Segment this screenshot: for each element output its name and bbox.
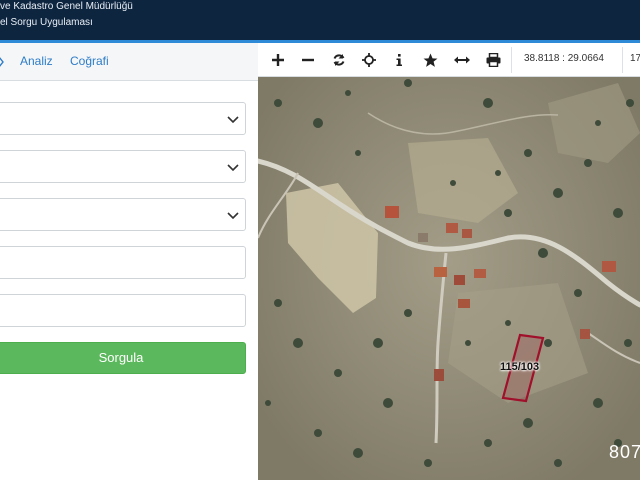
map-view[interactable]: 38.8118 : 29.0664 17 115/103 807 bbox=[258, 43, 640, 480]
select-field-1[interactable] bbox=[0, 102, 246, 135]
measure-icon bbox=[454, 56, 470, 64]
minus-icon bbox=[302, 58, 314, 62]
satellite-imagery bbox=[258, 43, 640, 480]
text-input-1[interactable] bbox=[0, 246, 246, 279]
chevron-down-icon bbox=[227, 116, 239, 124]
info-icon bbox=[396, 54, 402, 66]
chevron-down-icon bbox=[227, 212, 239, 220]
print-icon bbox=[486, 53, 500, 67]
toolbar-divider bbox=[622, 47, 623, 73]
sorgula-button[interactable]: Sorgula bbox=[0, 342, 246, 374]
parcel-label[interactable]: 115/103 bbox=[500, 361, 539, 373]
app-header: ve Kadastro Genel Müdürlüğü el Sorgu Uyg… bbox=[0, 0, 640, 42]
text-input-2[interactable] bbox=[0, 294, 246, 327]
header-title: ve Kadastro Genel Müdürlüğü bbox=[0, 1, 133, 12]
zoom-out-button[interactable] bbox=[297, 50, 319, 70]
favorite-button[interactable] bbox=[419, 50, 441, 70]
crosshair-icon bbox=[362, 53, 376, 67]
select-field-2[interactable] bbox=[0, 150, 246, 183]
chevron-down-icon bbox=[227, 164, 239, 172]
tab-bar-chevron-icon[interactable] bbox=[0, 56, 4, 68]
plus-icon bbox=[272, 54, 284, 66]
locate-button[interactable] bbox=[358, 50, 380, 70]
toolbar-divider bbox=[511, 47, 512, 73]
measure-button[interactable] bbox=[451, 50, 473, 70]
map-toolbar: 38.8118 : 29.0664 17 bbox=[258, 43, 640, 77]
tab-cografi[interactable]: Coğrafi bbox=[70, 54, 109, 68]
select-field-3[interactable] bbox=[0, 198, 246, 231]
scale-readout: 17 bbox=[630, 53, 640, 64]
coordinate-readout: 38.8118 : 29.0664 bbox=[524, 53, 604, 64]
header-subtitle: el Sorgu Uygulaması bbox=[0, 17, 93, 28]
star-icon bbox=[423, 53, 437, 67]
print-button[interactable] bbox=[482, 50, 504, 70]
info-button[interactable] bbox=[388, 50, 410, 70]
query-panel: Analiz Coğrafi Sorgula bbox=[0, 43, 258, 480]
refresh-icon bbox=[333, 54, 345, 66]
refresh-button[interactable] bbox=[328, 50, 350, 70]
tab-analiz[interactable]: Analiz bbox=[20, 54, 53, 68]
map-corner-number: 807 bbox=[609, 442, 640, 462]
zoom-in-button[interactable] bbox=[267, 50, 289, 70]
tab-bar: Analiz Coğrafi bbox=[0, 43, 258, 81]
